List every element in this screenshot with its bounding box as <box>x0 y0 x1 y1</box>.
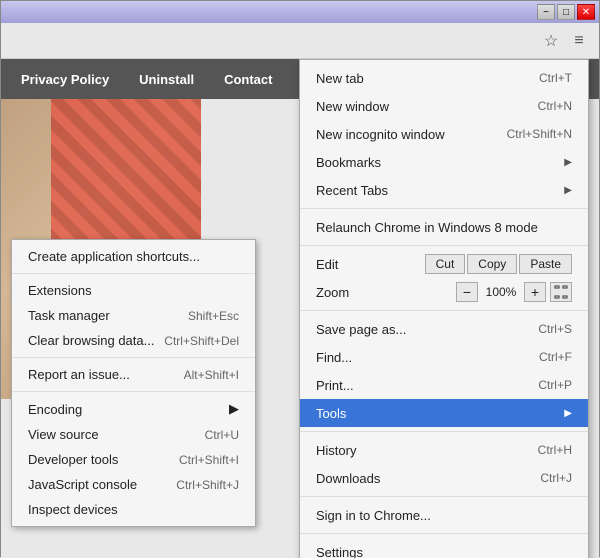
settings-item[interactable]: Settings <box>300 538 588 558</box>
clear-browsing-item[interactable]: Clear browsing data... Ctrl+Shift+Del <box>12 328 255 353</box>
javascript-console-item[interactable]: JavaScript console Ctrl+Shift+J <box>12 472 255 497</box>
bookmarks-item[interactable]: Bookmarks ▶ <box>300 148 588 176</box>
browser-content: Privacy Policy Uninstall Contact CNET Cr… <box>1 59 599 558</box>
zoom-plus-button[interactable]: + <box>524 282 546 302</box>
tools-submenu: Create application shortcuts... Extensio… <box>11 239 256 527</box>
edit-buttons-group: Cut Copy Paste <box>425 254 572 274</box>
developer-tools-item[interactable]: Developer tools Ctrl+Shift+I <box>12 447 255 472</box>
zoom-controls: − 100% + <box>456 282 572 302</box>
chrome-menu: New tab Ctrl+T New window Ctrl+N New inc… <box>299 59 589 558</box>
submenu-separator-2 <box>12 357 255 358</box>
chrome-menu-icon[interactable]: ≡ <box>567 29 591 53</box>
extensions-item[interactable]: Extensions <box>12 278 255 303</box>
zoom-value-display: 100% <box>482 285 520 299</box>
save-page-item[interactable]: Save page as... Ctrl+S <box>300 315 588 343</box>
cut-button[interactable]: Cut <box>425 254 466 274</box>
copy-button[interactable]: Copy <box>467 254 517 274</box>
downloads-item[interactable]: Downloads Ctrl+J <box>300 464 588 492</box>
browser-toolbar: ☆ ≡ <box>1 23 599 59</box>
zoom-fullscreen-button[interactable] <box>550 282 572 302</box>
minimize-button[interactable]: − <box>537 4 555 20</box>
print-item[interactable]: Print... Ctrl+P <box>300 371 588 399</box>
edit-row: Edit Cut Copy Paste <box>300 250 588 278</box>
bookmark-star-icon[interactable]: ☆ <box>539 29 563 53</box>
menu-sep-3 <box>300 310 588 311</box>
browser-window: − □ ✕ ☆ ≡ Privacy Policy Uninstall Conta… <box>0 0 600 557</box>
maximize-button[interactable]: □ <box>557 4 575 20</box>
nav-uninstall[interactable]: Uninstall <box>139 72 194 87</box>
menu-sep-4 <box>300 431 588 432</box>
new-window-item[interactable]: New window Ctrl+N <box>300 92 588 120</box>
menu-sep-5 <box>300 496 588 497</box>
report-issue-item[interactable]: Report an issue... Alt+Shift+I <box>12 362 255 387</box>
zoom-minus-button[interactable]: − <box>456 282 478 302</box>
nav-privacy-policy[interactable]: Privacy Policy <box>21 72 109 87</box>
paste-button[interactable]: Paste <box>519 254 572 274</box>
fullscreen-icon <box>554 285 568 299</box>
submenu-separator-1 <box>12 273 255 274</box>
find-item[interactable]: Find... Ctrl+F <box>300 343 588 371</box>
submenu-separator-3 <box>12 391 255 392</box>
nav-contact[interactable]: Contact <box>224 72 272 87</box>
zoom-row: Zoom − 100% + <box>300 278 588 306</box>
signin-item[interactable]: Sign in to Chrome... <box>300 501 588 529</box>
new-incognito-item[interactable]: New incognito window Ctrl+Shift+N <box>300 120 588 148</box>
encoding-item[interactable]: Encoding ▶ <box>12 396 255 422</box>
history-item[interactable]: History Ctrl+H <box>300 436 588 464</box>
inspect-devices-item[interactable]: Inspect devices <box>12 497 255 522</box>
view-source-item[interactable]: View source Ctrl+U <box>12 422 255 447</box>
menu-sep-6 <box>300 533 588 534</box>
create-shortcuts-item[interactable]: Create application shortcuts... <box>12 244 255 269</box>
tools-item[interactable]: Tools ▶ <box>300 399 588 427</box>
task-manager-item[interactable]: Task manager Shift+Esc <box>12 303 255 328</box>
recent-tabs-item[interactable]: Recent Tabs ▶ <box>300 176 588 204</box>
menu-sep-1 <box>300 208 588 209</box>
close-button[interactable]: ✕ <box>577 4 595 20</box>
new-tab-item[interactable]: New tab Ctrl+T <box>300 64 588 92</box>
relaunch-item[interactable]: Relaunch Chrome in Windows 8 mode <box>300 213 588 241</box>
menu-sep-2 <box>300 245 588 246</box>
title-bar: − □ ✕ <box>1 1 599 23</box>
